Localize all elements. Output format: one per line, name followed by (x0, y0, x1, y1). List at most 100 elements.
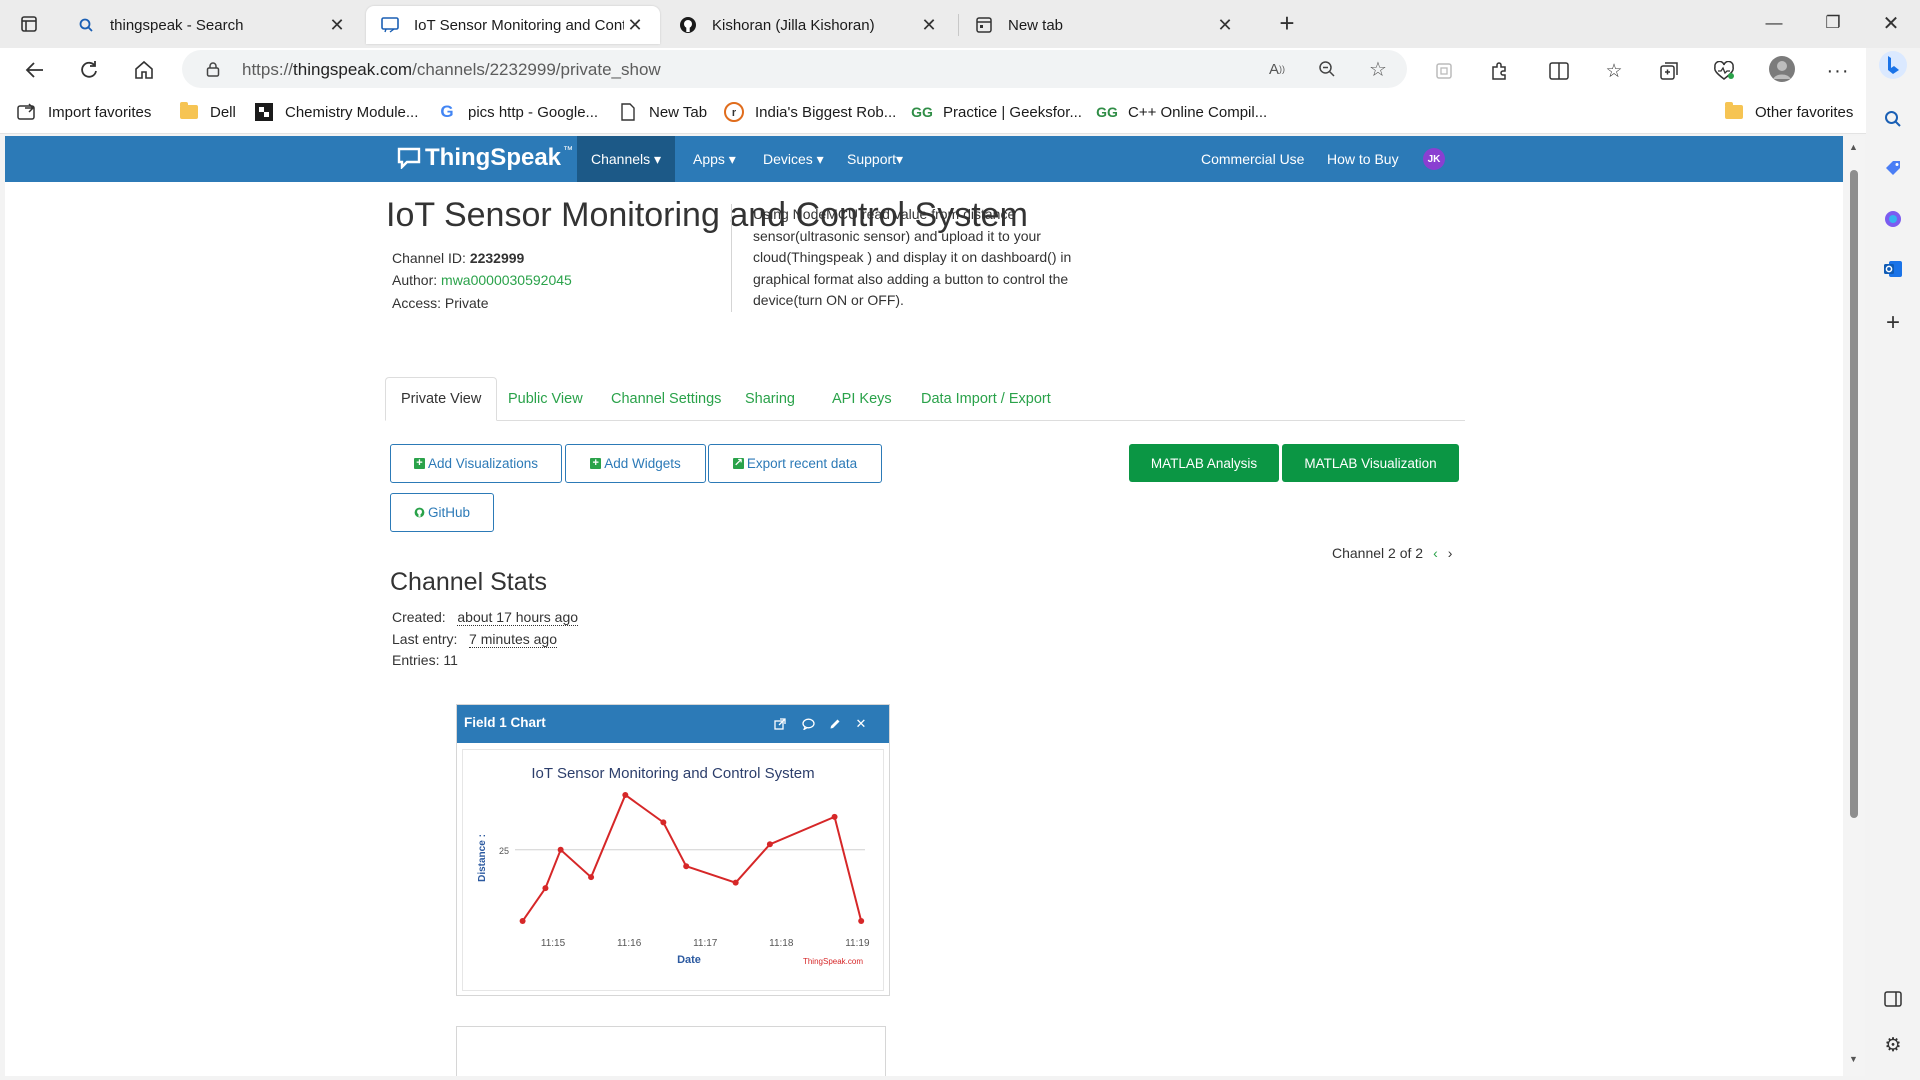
back-icon[interactable] (18, 54, 52, 86)
shopping-icon[interactable] (1878, 154, 1908, 184)
widget-header: Field 1 Chart ✕ (457, 705, 889, 743)
close-tab-icon[interactable]: ✕ (918, 15, 940, 36)
close-tab-icon[interactable]: ✕ (1214, 15, 1236, 36)
user-avatar[interactable]: JK (1423, 148, 1445, 170)
extensions-icon[interactable] (1483, 56, 1515, 86)
robu-icon: r (723, 102, 745, 122)
nav-apps[interactable]: Apps ▾ (679, 136, 750, 182)
search-icon[interactable] (1878, 104, 1908, 134)
minimize-icon[interactable]: — (1751, 8, 1797, 38)
x-axis-label: Date (677, 954, 701, 966)
y-tick-label: 25 (499, 846, 509, 856)
folder-icon (1723, 102, 1745, 122)
x-tick-label: 11:18 (769, 938, 794, 949)
scrollbar-thumb[interactable] (1850, 170, 1858, 818)
field-1-chart-widget: Field 1 Chart ✕ IoT Sensor Monitoring an… (456, 704, 890, 996)
profile-avatar[interactable] (1766, 54, 1798, 84)
browser-tab-newtab[interactable]: New tab ✕ (960, 6, 1250, 44)
favorite-cpp-compiler[interactable]: GG C++ Online Compil... (1096, 100, 1267, 124)
page-icon (617, 102, 639, 122)
github-button[interactable]: GitHub (390, 493, 494, 532)
nav-devices[interactable]: Devices ▾ (749, 136, 838, 182)
matlab-visualization-button[interactable]: MATLAB Visualization (1282, 444, 1459, 482)
office-icon[interactable] (1878, 204, 1908, 234)
collections-icon[interactable] (1653, 56, 1685, 86)
nav-channels[interactable]: Channels ▾ (577, 136, 676, 182)
newtab-icon (974, 15, 994, 35)
favorite-newtab[interactable]: New Tab (617, 100, 707, 124)
settings-gear-icon[interactable]: ⚙ (1878, 1030, 1908, 1060)
zoom-out-icon[interactable] (1314, 57, 1340, 81)
read-aloud-icon[interactable]: A)) (1264, 57, 1290, 81)
outlook-icon[interactable] (1878, 254, 1908, 284)
refresh-icon[interactable] (72, 54, 106, 86)
chart-title: IoT Sensor Monitoring and Control System (531, 765, 814, 782)
favorite-robu[interactable]: r India's Biggest Rob... (723, 100, 896, 124)
tab-actions-icon[interactable] (12, 8, 46, 40)
home-icon[interactable] (127, 54, 161, 86)
chevron-right-icon[interactable]: › (1448, 545, 1453, 561)
close-widget-icon[interactable]: ✕ (851, 714, 871, 734)
page-scrollbar[interactable]: ▲ ▼ (1843, 136, 1865, 1076)
tab-data-import-export[interactable]: Data Import / Export (906, 377, 1066, 421)
browser-tab-github[interactable]: Kishoran (Jilla Kishoran) ✕ (664, 6, 954, 44)
series-line (521, 793, 863, 922)
site-navbar: ThingSpeak ™ Channels ▾ Apps ▾ Devices ▾ … (5, 136, 1843, 182)
close-tab-icon[interactable]: ✕ (326, 15, 348, 36)
google-icon: G (440, 102, 454, 121)
tab-api-keys[interactable]: API Keys (817, 377, 907, 421)
data-point (622, 791, 629, 798)
data-point (766, 841, 773, 848)
more-menu-icon[interactable]: ··· (1822, 56, 1854, 86)
scroll-up-icon[interactable]: ▲ (1849, 142, 1858, 152)
line-chart: IoT Sensor Monitoring and Control System… (477, 765, 870, 966)
split-screen-icon[interactable] (1543, 56, 1575, 86)
folder-icon (178, 102, 200, 122)
favorite-dell[interactable]: Dell (178, 100, 236, 124)
close-tab-icon[interactable]: ✕ (624, 15, 646, 36)
sidebar-toggle-icon[interactable] (1878, 984, 1908, 1014)
add-widgets-button[interactable]: + Add Widgets (565, 444, 706, 483)
open-external-icon[interactable] (770, 714, 790, 734)
new-tab-button[interactable]: + (1264, 8, 1310, 38)
export-recent-data-button[interactable]: ↗ Export recent data (708, 444, 882, 483)
add-visualizations-button[interactable]: + Add Visualizations (390, 444, 562, 483)
close-window-icon[interactable]: ✕ (1868, 8, 1914, 38)
edit-pencil-icon[interactable] (825, 714, 845, 734)
tab-sharing[interactable]: Sharing (730, 377, 810, 421)
nav-how-to-buy[interactable]: How to Buy (1313, 136, 1413, 182)
tab-channel-settings[interactable]: Channel Settings (596, 377, 736, 421)
tab-private-view[interactable]: Private View (385, 377, 498, 421)
data-point (588, 874, 595, 881)
favorite-import[interactable]: Import favorites (16, 100, 151, 124)
add-sidebar-app-icon[interactable]: + (1878, 308, 1908, 338)
author-link[interactable]: mwa0000030592045 (441, 272, 572, 288)
nav-support[interactable]: Support ▾ (833, 136, 917, 182)
favorite-google[interactable]: G pics http - Google... (436, 100, 598, 124)
lock-icon[interactable] (200, 57, 226, 81)
scroll-down-icon[interactable]: ▼ (1849, 1054, 1858, 1064)
nav-commercial-use[interactable]: Commercial Use (1187, 136, 1318, 182)
tab-public-view[interactable]: Public View (493, 377, 598, 421)
restore-icon[interactable]: ❐ (1810, 8, 1856, 38)
favorites-icon[interactable]: ☆ (1598, 56, 1630, 86)
browser-tab-search[interactable]: thingspeak - Search ✕ (62, 6, 362, 44)
chevron-left-icon[interactable]: ‹ (1433, 545, 1438, 561)
tab-title: Kishoran (Jilla Kishoran) (712, 16, 875, 34)
favorite-other[interactable]: Other favorites (1723, 100, 1853, 124)
copilot-icon[interactable] (1878, 50, 1908, 80)
data-point (660, 819, 667, 826)
data-point (542, 885, 549, 892)
favorite-gfg[interactable]: GG Practice | Geeksfor... (911, 100, 1082, 124)
url-text[interactable]: https://thingspeak.com/channels/2232999/… (242, 60, 661, 80)
thingspeak-logo[interactable]: ThingSpeak ™ (397, 144, 573, 172)
matlab-analysis-button[interactable]: MATLAB Analysis (1129, 444, 1279, 482)
browser-tab-thingspeak[interactable]: IoT Sensor Monitoring and Contr ✕ (366, 6, 660, 44)
search-icon (76, 15, 96, 35)
comment-icon[interactable] (798, 714, 818, 734)
address-bar[interactable]: https://thingspeak.com/channels/2232999/… (182, 50, 1407, 88)
favorite-star-icon[interactable]: ☆ (1365, 57, 1391, 81)
favorite-chemistry[interactable]: Chemistry Module... (253, 100, 418, 124)
collections-disabled-icon[interactable] (1428, 56, 1460, 86)
browser-essentials-icon[interactable] (1708, 56, 1740, 86)
